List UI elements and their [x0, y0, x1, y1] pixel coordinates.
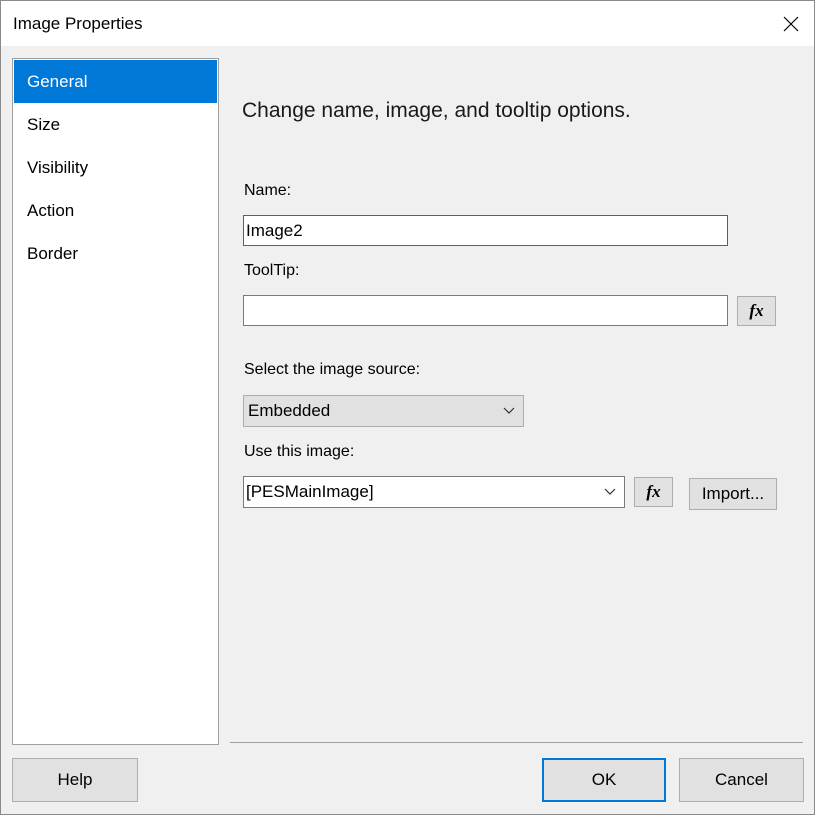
- tooltip-expression-button[interactable]: fx: [737, 296, 776, 326]
- name-label: Name:: [244, 182, 292, 199]
- image-source-value: Embedded: [248, 401, 331, 420]
- import-button[interactable]: Import...: [689, 478, 777, 510]
- nav-item-action[interactable]: Action: [14, 189, 217, 232]
- image-value: [PESMainImage]: [246, 482, 374, 501]
- title-bar: Image Properties: [1, 1, 814, 46]
- window-title: Image Properties: [13, 14, 143, 33]
- nav-item-size[interactable]: Size: [14, 103, 217, 146]
- nav-item-border[interactable]: Border: [14, 232, 217, 275]
- cancel-button[interactable]: Cancel: [679, 758, 804, 802]
- image-properties-dialog: Image Properties General Size Visibility…: [0, 0, 815, 815]
- chevron-down-icon: [604, 488, 616, 495]
- image-source-label: Select the image source:: [244, 361, 421, 378]
- nav-item-visibility[interactable]: Visibility: [14, 146, 217, 189]
- close-icon: [783, 16, 799, 31]
- footer-separator: [230, 742, 803, 743]
- tooltip-input[interactable]: [243, 295, 728, 326]
- fx-icon: fx: [749, 301, 764, 320]
- nav-item-general[interactable]: General: [14, 60, 217, 103]
- use-image-label: Use this image:: [244, 443, 355, 460]
- tooltip-label: ToolTip:: [244, 262, 300, 279]
- chevron-down-icon: [503, 407, 515, 414]
- help-button[interactable]: Help: [12, 758, 138, 802]
- close-button[interactable]: [768, 1, 814, 46]
- image-select[interactable]: [PESMainImage]: [243, 476, 625, 508]
- ok-button[interactable]: OK: [542, 758, 666, 802]
- page-heading: Change name, image, and tooltip options.: [242, 99, 631, 122]
- image-source-select[interactable]: Embedded: [243, 395, 524, 427]
- category-list: General Size Visibility Action Border: [12, 58, 219, 745]
- image-expression-button[interactable]: fx: [634, 477, 673, 507]
- name-input[interactable]: [243, 215, 728, 246]
- fx-icon: fx: [646, 482, 661, 501]
